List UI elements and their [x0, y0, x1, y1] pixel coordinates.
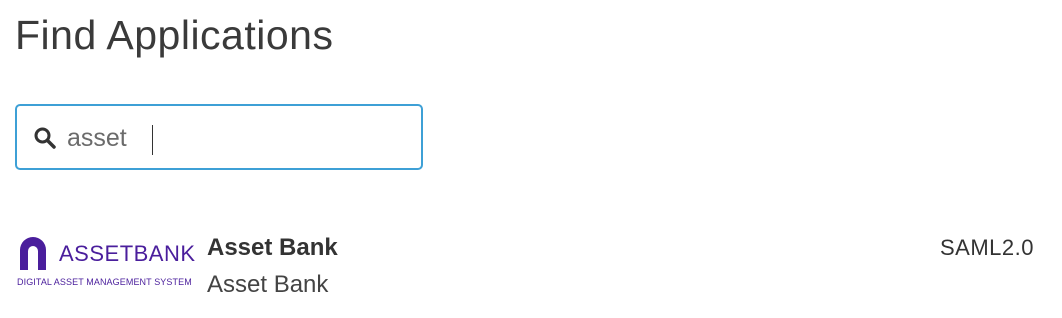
asset-bank-logo-icon: [20, 237, 46, 270]
text-cursor: [152, 125, 153, 155]
app-protocol-label: SAML2.0: [940, 235, 1034, 260]
app-name[interactable]: Asset Bank: [207, 232, 338, 264]
app-logo-wordmark: ASSETBANK: [59, 241, 196, 266]
find-applications-page: Find Applications ASSETBANK DIGITAL ASSE…: [0, 0, 1062, 318]
search-box[interactable]: [15, 104, 423, 170]
application-result-row[interactable]: ASSETBANK DIGITAL ASSET MANAGEMENT SYSTE…: [0, 222, 1062, 312]
app-logo-tagline: DIGITAL ASSET MANAGEMENT SYSTEM: [17, 277, 192, 287]
page-title: Find Applications: [15, 12, 334, 58]
search-input[interactable]: [67, 118, 407, 158]
app-subname: Asset Bank: [207, 271, 329, 298]
search-icon: [33, 126, 57, 150]
app-logo: ASSETBANK DIGITAL ASSET MANAGEMENT SYSTE…: [17, 234, 195, 290]
